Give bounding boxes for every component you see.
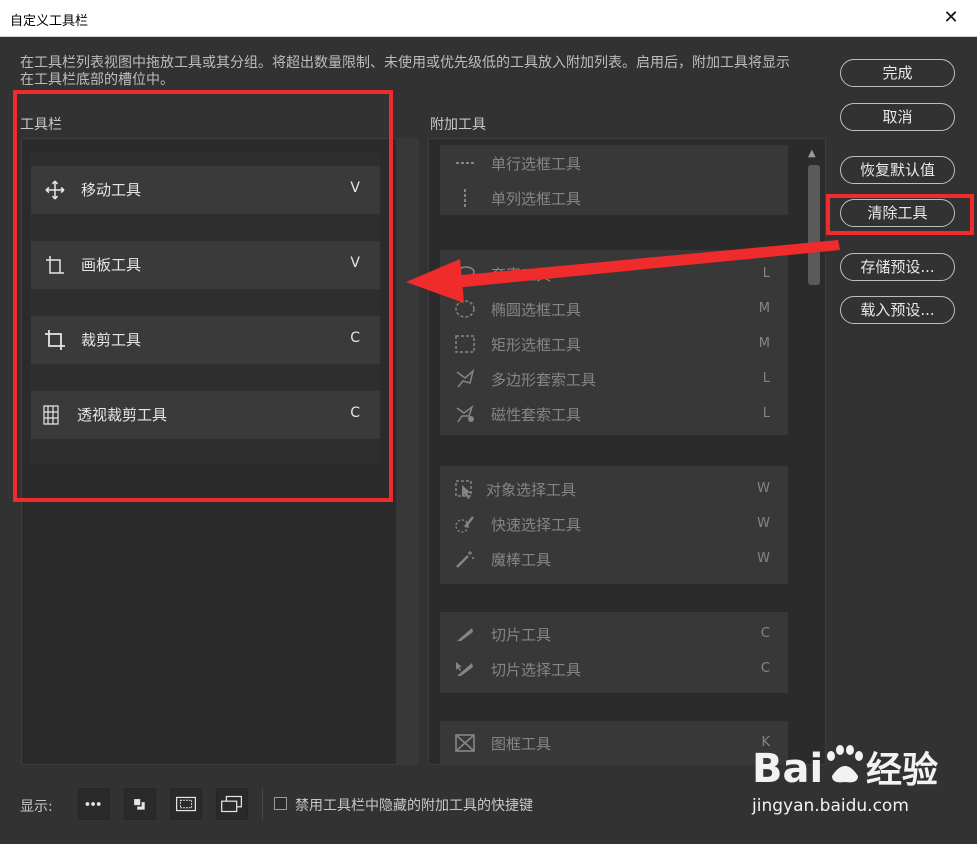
extra-item-shortcut: L — [762, 371, 770, 386]
extra-item-shortcut: C — [760, 661, 770, 676]
object-selection-icon — [455, 480, 472, 499]
extra-item-shortcut: L — [762, 266, 770, 281]
extra-item-label: 单列选框工具 — [491, 190, 582, 208]
extra-item-rectangular-marquee[interactable]: 矩形选框工具 M — [440, 326, 788, 361]
baidu-watermark: Bai 经验 jingyan.baidu.com — [752, 738, 974, 822]
extra-item-slice-select[interactable]: 切片选择工具 C — [440, 651, 788, 686]
slice-icon — [457, 628, 473, 641]
frame-icon — [455, 734, 475, 752]
done-button[interactable]: 完成 — [840, 59, 955, 87]
rectangular-marquee-icon — [455, 335, 475, 353]
extra-item-label: 椭圆选框工具 — [491, 301, 582, 319]
dialog-description: 在工具栏列表视图中拖放工具或其分组。将超出数量限制、未使用或优先级低的工具放入附… — [20, 55, 790, 88]
magnetic-lasso-icon — [456, 404, 474, 423]
toolbar-list-scroll-strip — [396, 138, 419, 765]
watermark-url: jingyan.baidu.com — [752, 796, 909, 816]
extra-item-label: 对象选择工具 — [486, 481, 577, 499]
extra-item-label: 多边形套索工具 — [491, 371, 597, 389]
extra-item-polygonal-lasso[interactable]: 多边形套索工具 L — [440, 361, 788, 396]
extra-item-single-column-marquee[interactable]: 单列选框工具 — [440, 180, 788, 215]
more-tools-button[interactable] — [78, 788, 110, 820]
slice-select-icon — [456, 662, 473, 676]
title-bar: 自定义工具栏 ✕ — [0, 0, 977, 37]
svg-text:经验: 经验 — [866, 750, 938, 791]
extra-item-label: 磁性套索工具 — [491, 406, 582, 424]
magic-wand-icon — [456, 551, 474, 568]
extra-item-label: 套索工具 — [491, 266, 552, 284]
extra-item-label: 快速选择工具 — [491, 516, 582, 534]
show-label: 显示: — [20, 799, 53, 815]
restore-defaults-button[interactable]: 恢复默认值 — [840, 156, 955, 184]
logo-text: Bai — [752, 746, 823, 792]
disable-shortcuts-checkbox[interactable] — [274, 797, 287, 810]
lasso-icon — [457, 266, 475, 283]
dialog-title: 自定义工具栏 — [10, 14, 89, 29]
close-icon[interactable]: ✕ — [939, 6, 963, 30]
disable-shortcuts-label[interactable]: 禁用工具栏中隐藏的附加工具的快捷键 — [295, 795, 533, 815]
scroll-up-icon[interactable]: ▲ — [808, 148, 816, 159]
extra-item-label: 切片选择工具 — [491, 661, 582, 679]
highlight-box-toolbar — [13, 90, 393, 502]
extra-tools-section-label: 附加工具 — [430, 117, 486, 133]
extra-item-shortcut: C — [760, 626, 770, 641]
elliptical-marquee-icon — [455, 300, 475, 318]
extra-item-single-row-marquee[interactable]: 单行选框工具 — [440, 145, 788, 180]
baidu-logo: Bai 经验 — [752, 745, 938, 792]
more-icon — [85, 802, 101, 806]
customize-toolbar-dialog: 自定义工具栏 ✕ 在工具栏列表视图中拖放工具或其分组。将超出数量限制、未使用或优… — [0, 0, 977, 844]
extra-item-label: 切片工具 — [491, 626, 552, 644]
extra-item-shortcut: M — [758, 301, 770, 316]
extra-item-elliptical-marquee[interactable]: 椭圆选框工具 M — [440, 291, 788, 326]
extra-item-shortcut: L — [762, 406, 770, 421]
extra-item-lasso[interactable]: 套索工具 L — [440, 256, 788, 291]
foreground-background-button[interactable] — [124, 788, 156, 820]
single-column-marquee-icon — [464, 189, 466, 207]
single-row-marquee-icon — [456, 162, 474, 164]
extra-item-shortcut: W — [757, 551, 770, 566]
extra-item-slice[interactable]: 切片工具 C — [440, 616, 788, 651]
extra-item-object-selection[interactable]: 对象选择工具 W — [440, 471, 788, 506]
extra-item-label: 矩形选框工具 — [491, 336, 582, 354]
extra-item-magic-wand[interactable]: 魔棒工具 W — [440, 541, 788, 576]
extra-item-frame[interactable]: 图框工具 K — [440, 725, 788, 760]
screen-mode-button[interactable] — [216, 788, 248, 820]
extra-item-shortcut: W — [757, 481, 770, 496]
extra-item-shortcut: W — [757, 516, 770, 531]
scrollbar-thumb[interactable] — [808, 165, 820, 285]
quick-mask-button[interactable] — [170, 788, 202, 820]
polygonal-lasso-icon — [456, 369, 475, 388]
load-preset-button[interactable]: 载入预设... — [840, 296, 955, 324]
footer-divider — [262, 788, 263, 820]
cancel-button[interactable]: 取消 — [840, 103, 955, 131]
screen-mode-icon — [221, 795, 242, 813]
extra-item-label: 单行选框工具 — [491, 155, 582, 173]
quick-selection-icon — [455, 516, 474, 533]
extra-item-shortcut: M — [758, 336, 770, 351]
save-preset-button[interactable]: 存储预设... — [840, 253, 955, 281]
extra-item-label: 图框工具 — [491, 735, 552, 753]
extra-item-quick-selection[interactable]: 快速选择工具 W — [440, 506, 788, 541]
extra-item-magnetic-lasso[interactable]: 磁性套索工具 L — [440, 396, 788, 431]
foreground-background-icon — [132, 797, 145, 810]
highlight-box-clear-button — [826, 194, 974, 235]
quick-mask-icon — [176, 796, 196, 812]
extra-item-label: 魔棒工具 — [491, 551, 552, 569]
